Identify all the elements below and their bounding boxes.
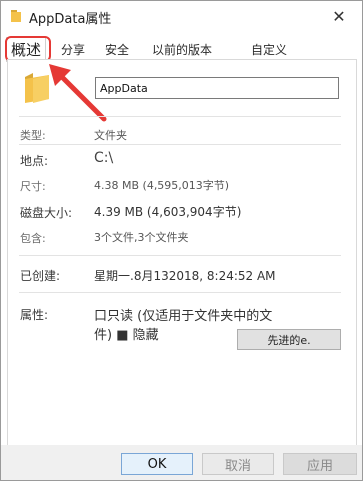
properties-dialog: AppData属性 ✕ 概述 分享 安全 以前的版本 自定义 类型: 文件夹 地… xyxy=(0,0,363,481)
attributes-label: 属性: xyxy=(20,308,49,322)
size-on-disk-value: 4.39 MB (4,603,904字节) xyxy=(94,205,242,219)
advanced-button[interactable]: 先进的e. xyxy=(237,329,341,350)
size-on-disk-label: 磁盘大小: xyxy=(20,206,73,220)
window-title: AppData属性 xyxy=(29,12,112,27)
tab-customize[interactable]: 自定义 xyxy=(251,41,287,58)
divider xyxy=(19,292,341,293)
title-bar: AppData属性 ✕ xyxy=(1,1,362,33)
tab-previous-versions[interactable]: 以前的版本 xyxy=(152,41,212,58)
size-value: 4.38 MB (4,595,013字节) xyxy=(94,179,230,192)
contains-value: 3个文件,3个文件夹 xyxy=(94,231,189,244)
size-label: 尺寸: xyxy=(20,180,46,193)
cancel-button[interactable]: 取消 xyxy=(202,453,274,475)
apply-button[interactable]: 应用 xyxy=(283,453,357,475)
readonly-checkbox[interactable]: 口只读 (仅适用于文件夹中的文 xyxy=(94,307,330,326)
location-value: C:\ xyxy=(94,150,114,166)
divider xyxy=(19,116,341,117)
created-label: 已创建: xyxy=(20,269,61,283)
type-value: 文件夹 xyxy=(94,129,127,142)
created-value: 星期一.8月132018, 8:24:52 AM xyxy=(94,269,276,283)
location-label: 地点: xyxy=(20,154,49,168)
ok-button[interactable]: OK xyxy=(121,453,193,475)
folder-name-input[interactable] xyxy=(95,77,339,99)
divider xyxy=(19,255,341,256)
divider xyxy=(19,144,341,145)
folder-icon xyxy=(11,10,21,22)
close-icon: ✕ xyxy=(332,6,346,26)
close-button[interactable]: ✕ xyxy=(316,1,362,31)
contains-label: 包含: xyxy=(20,232,46,245)
type-label: 类型: xyxy=(20,129,46,142)
